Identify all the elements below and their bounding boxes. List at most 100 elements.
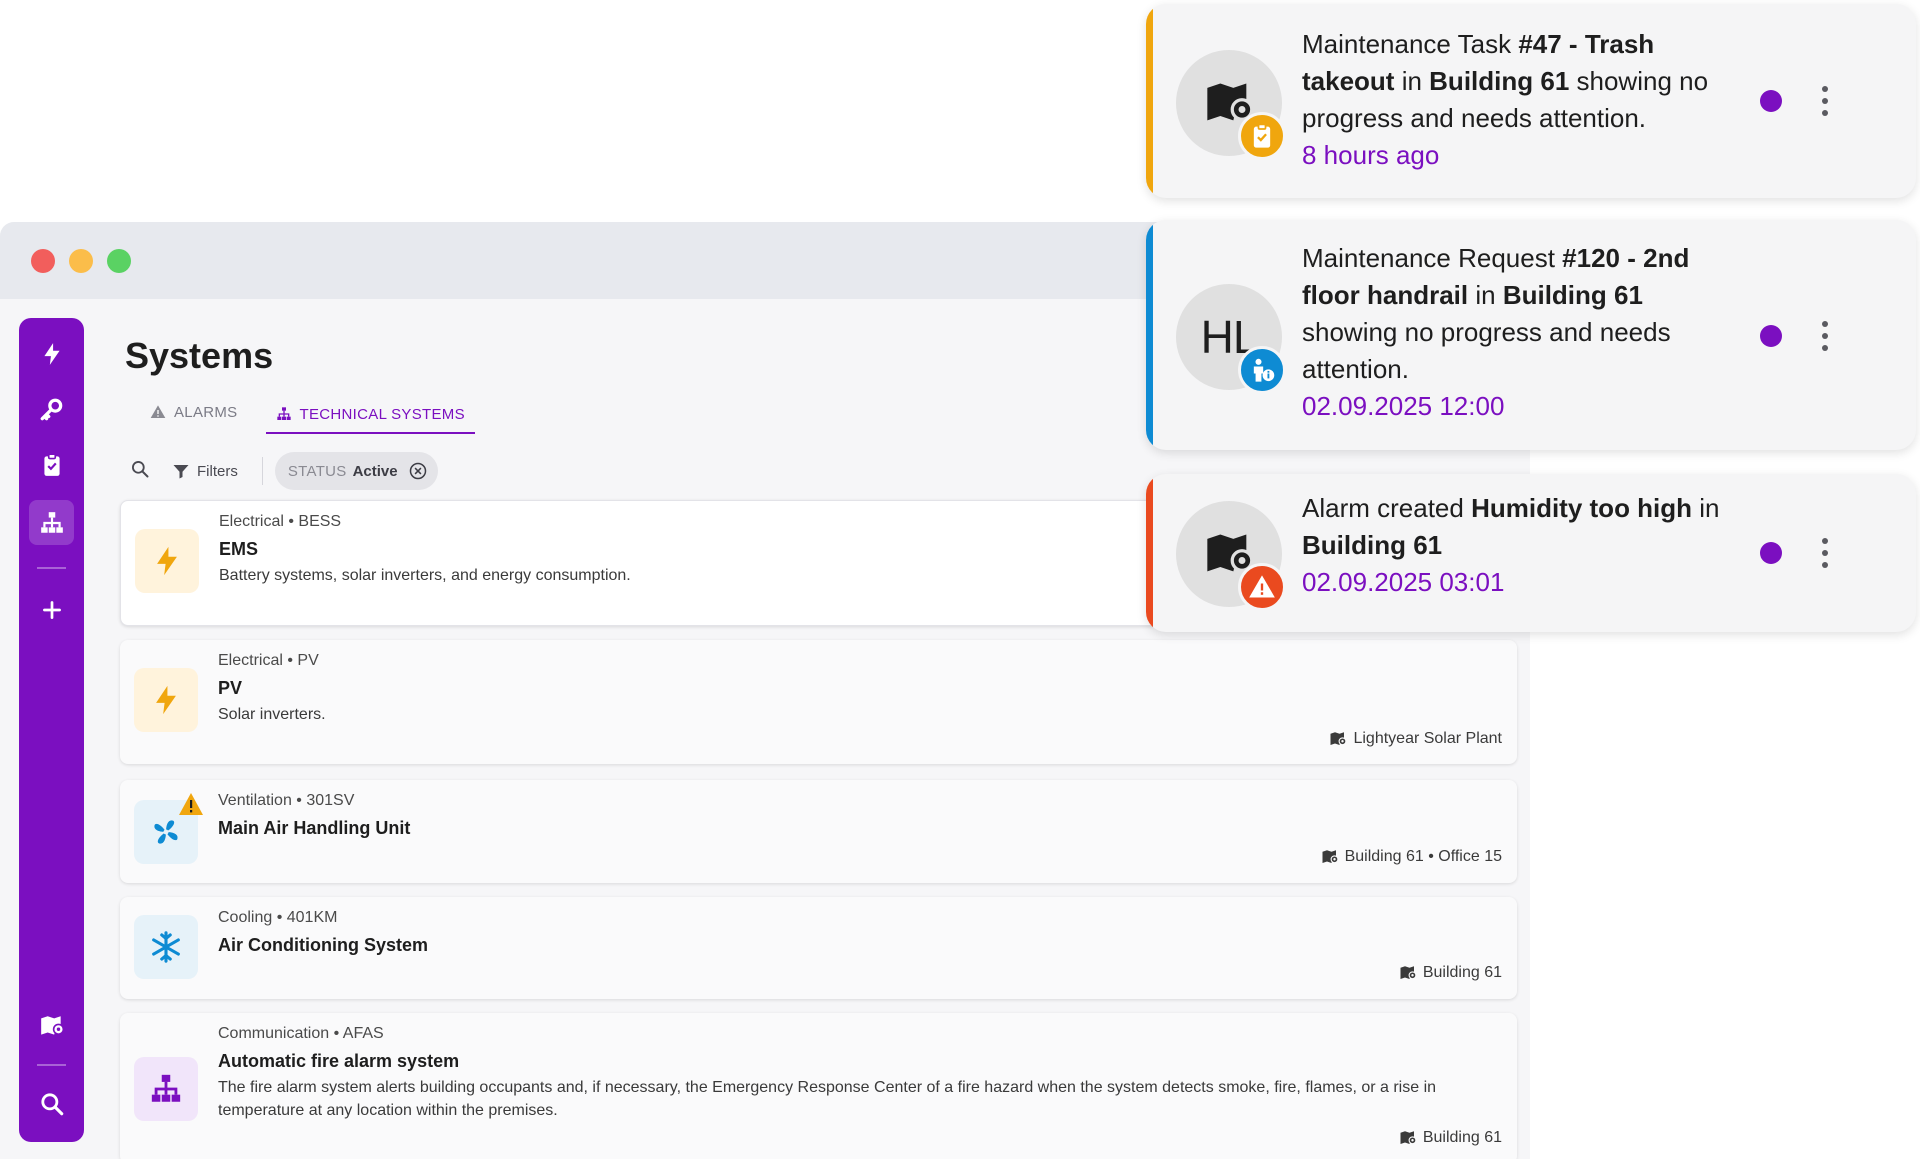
notification-text-part: Maintenance Task <box>1302 29 1519 59</box>
kebab-dot <box>1822 333 1828 339</box>
tab-bar: ALARMS TECHNICAL SYSTEMS <box>140 396 475 434</box>
notification-menu-button[interactable] <box>1820 86 1830 116</box>
tab-alarms-label: ALARMS <box>174 403 238 421</box>
system-category: Electrical • PV <box>218 652 319 669</box>
system-name: Main Air Handling Unit <box>218 818 411 838</box>
unread-indicator <box>1760 90 1782 112</box>
screenshot-stage: Systems ALARMS TECHNICAL SYSTEMS Filters <box>0 0 1920 1159</box>
bolt-icon <box>157 546 177 576</box>
status-filter-chip[interactable]: STATUS Active <box>274 452 438 490</box>
system-card[interactable]: Communication • AFAS Automatic fire alar… <box>120 1013 1517 1159</box>
notification-avatar: HL <box>1176 284 1286 394</box>
notification-menu-button[interactable] <box>1820 538 1830 568</box>
filters-button[interactable]: Filters <box>172 462 238 480</box>
notification-card[interactable]: Alarm created Humidity too high in Build… <box>1146 474 1916 632</box>
system-location-label: Building 61 <box>1422 1129 1502 1146</box>
fan-icon <box>154 820 178 844</box>
notification-time: 02.09.2025 03:01 <box>1302 567 1505 597</box>
system-location-label: Building 61 • Office 15 <box>1344 848 1502 865</box>
system-category: Ventilation • 301SV <box>218 792 355 809</box>
system-location: Building 61 <box>1399 1129 1502 1147</box>
notification-text-part: in <box>1468 280 1503 310</box>
kebab-dot <box>1822 562 1828 568</box>
system-tile <box>134 1057 198 1121</box>
notification-type-badge <box>1238 563 1286 611</box>
filters-label: Filters <box>197 462 238 480</box>
notification-text-part: Maintenance Request <box>1302 243 1563 273</box>
minimize-window-button[interactable] <box>69 249 93 273</box>
kebab-dot <box>1822 550 1828 556</box>
sidebar-divider <box>37 567 66 569</box>
tab-alarms[interactable]: ALARMS <box>140 396 248 428</box>
notification-menu-button[interactable] <box>1820 321 1830 351</box>
sidebar-item-systems[interactable] <box>29 500 74 545</box>
network-icon <box>40 511 63 533</box>
snowflake-icon <box>152 931 180 963</box>
kebab-dot <box>1822 538 1828 544</box>
system-category: Cooling • 401KM <box>218 909 338 926</box>
system-tile <box>134 668 198 732</box>
system-name: Air Conditioning System <box>218 935 429 955</box>
notification-type-badge <box>1238 112 1286 160</box>
kebab-dot <box>1822 98 1828 104</box>
system-description: Solar inverters. <box>218 706 326 723</box>
sidebar-search-button[interactable] <box>19 1082 84 1126</box>
system-card[interactable]: Cooling • 401KM Air Conditioning System … <box>120 897 1517 999</box>
bolt-icon <box>43 343 60 365</box>
network-icon <box>151 1074 181 1102</box>
clear-chip-icon[interactable] <box>408 461 428 481</box>
notification-time: 8 hours ago <box>1302 140 1440 170</box>
system-location: Lightyear Solar Plant <box>1329 730 1502 748</box>
search-icon <box>132 460 149 477</box>
system-description: The fire alarm system alerts building oc… <box>218 1079 1437 1119</box>
search-button[interactable] <box>130 459 150 484</box>
person-info-icon <box>1253 358 1275 382</box>
map-pin-icon <box>1400 966 1417 980</box>
map-pin-icon <box>1330 732 1347 746</box>
toolbar-divider <box>261 457 263 485</box>
notification-card[interactable]: HL Maintenance Request #120 - 2nd floor … <box>1146 220 1916 450</box>
maximize-window-button[interactable] <box>107 249 131 273</box>
notification-avatar <box>1176 50 1286 160</box>
notification-location: Building 61 <box>1502 280 1643 310</box>
chip-key: STATUS <box>287 462 347 480</box>
warning-icon <box>150 405 166 418</box>
warning-icon <box>1249 575 1275 598</box>
system-category: Electrical • BESS <box>219 513 342 530</box>
sidebar-item-tasks[interactable] <box>19 443 84 487</box>
bolt-icon <box>156 685 176 715</box>
system-location: Building 61 <box>1399 964 1502 982</box>
notification-text-part: Alarm created <box>1302 493 1472 523</box>
notification-card[interactable]: Maintenance Task #47 - Trash takeout in … <box>1146 4 1916 198</box>
search-icon <box>40 1093 63 1116</box>
page-title: Systems <box>125 335 274 376</box>
sidebar-item-energy[interactable] <box>19 332 84 376</box>
system-card[interactable]: Electrical • PV PV Solar inverters. Ligh… <box>120 640 1517 764</box>
unread-indicator <box>1760 325 1782 347</box>
close-window-button[interactable] <box>31 249 55 273</box>
clipboard-icon <box>43 453 60 476</box>
sidebar-item-locations[interactable] <box>19 1004 84 1048</box>
tab-technical-systems-label: TECHNICAL SYSTEMS <box>299 405 465 423</box>
sidebar-add-button[interactable] <box>19 588 84 632</box>
clipboard-icon <box>1253 123 1271 148</box>
chip-value: Active <box>352 462 398 480</box>
system-location-label: Building 61 <box>1422 964 1502 981</box>
notification-avatar <box>1176 501 1286 611</box>
notification-location: Building 61 <box>1429 66 1570 96</box>
notification-accent-bar <box>1146 220 1153 450</box>
kebab-dot <box>1822 110 1828 116</box>
map-pin-icon <box>1322 850 1339 864</box>
system-category: Communication • AFAS <box>218 1025 384 1042</box>
tab-technical-systems[interactable]: TECHNICAL SYSTEMS <box>265 396 475 434</box>
system-card[interactable]: Ventilation • 301SV Main Air Handling Un… <box>120 780 1517 883</box>
notification-text-part: in <box>1394 66 1430 96</box>
system-name: Automatic fire alarm system <box>218 1051 460 1071</box>
notification-text-part: in <box>1692 493 1720 523</box>
notification-accent-bar <box>1146 474 1153 632</box>
map-pin-icon <box>1400 1131 1417 1145</box>
sidebar <box>19 318 84 1142</box>
sidebar-item-keys[interactable] <box>19 388 84 432</box>
kebab-dot <box>1822 345 1828 351</box>
notification-text: Maintenance Task #47 - Trash takeout in … <box>1302 26 1742 174</box>
